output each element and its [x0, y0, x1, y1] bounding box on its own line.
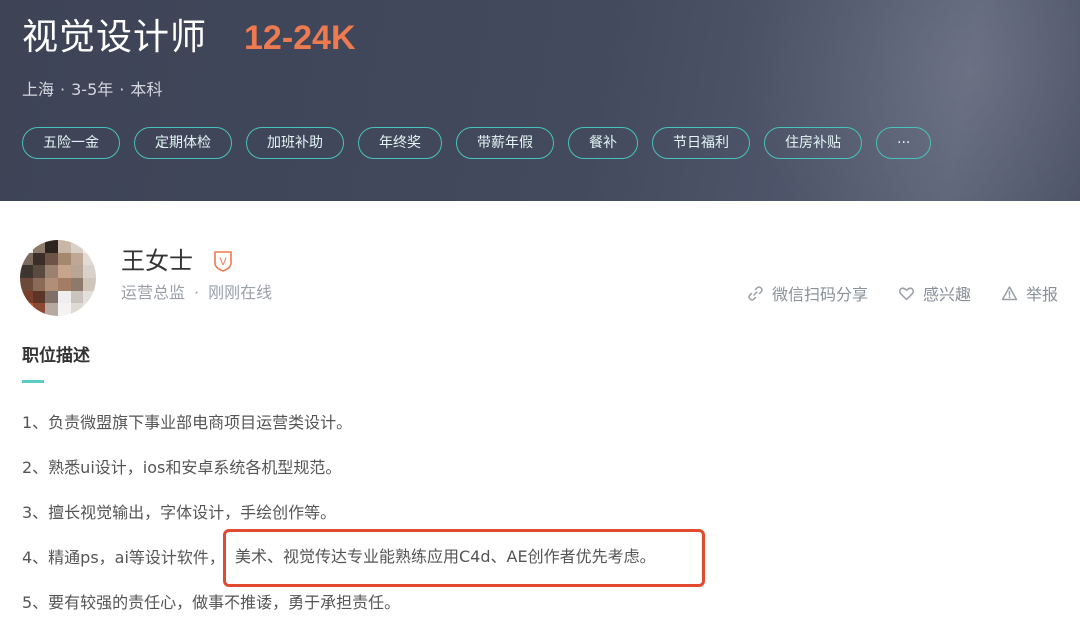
description-line: 1、负责微盟旗下事业部电商项目运营类设计。: [22, 413, 353, 432]
recruiter-subtitle: 运营总监 · 刚刚在线: [121, 282, 272, 304]
avatar[interactable]: [20, 240, 96, 316]
subtitle-separator: ·: [194, 283, 200, 302]
interest-label: 感兴趣: [922, 285, 971, 304]
heart-icon: [898, 286, 914, 300]
share-label: 微信扫码分享: [771, 285, 868, 304]
benefit-tag: 餐补: [568, 127, 638, 159]
shield-v-icon: V: [214, 251, 232, 272]
section-title: 职位描述: [22, 346, 90, 366]
more-benefits-button[interactable]: ···: [876, 127, 932, 159]
recruiter-status: 刚刚在线: [208, 283, 273, 302]
benefit-tag: 定期体检: [134, 127, 232, 159]
job-location: 上海: [22, 80, 55, 99]
benefit-tag: 年终奖: [358, 127, 442, 159]
benefit-tag: 节日福利: [652, 127, 750, 159]
salary: 12-24K: [244, 19, 356, 57]
description-line: 5、要有较强的责任心，做事不推诿，勇于承担责任。: [22, 593, 401, 612]
benefit-tag: 带薪年假: [456, 127, 554, 159]
action-bar: 微信扫码分享 感兴趣 举报: [747, 282, 1058, 304]
share-button[interactable]: 微信扫码分享: [747, 282, 868, 304]
description-line: 2、熟悉ui设计，ios和安卓系统各机型规范。: [22, 458, 342, 477]
section-underline: [22, 380, 44, 383]
interest-button[interactable]: 感兴趣: [898, 282, 971, 304]
job-title: 视觉设计师: [22, 17, 208, 58]
recruiter-position: 运营总监: [121, 283, 186, 302]
job-meta: 上海 · 3-5年 · 本科: [22, 78, 162, 102]
report-button[interactable]: 举报: [1001, 282, 1058, 304]
benefit-tag: 五险一金: [22, 127, 120, 159]
highlighted-requirement: 美术、视觉传达专业能熟练应用C4d、AE创作者优先考虑。: [235, 547, 656, 566]
header-sheen: [720, 0, 1080, 201]
job-experience: 3-5年: [71, 80, 114, 99]
recruiter-name: 王女士: [121, 247, 193, 275]
job-education: 本科: [130, 80, 163, 99]
benefit-tag: 住房补贴: [764, 127, 862, 159]
job-header: 视觉设计师 12-24K 上海 · 3-5年 · 本科 五险一金 定期体检 加班补助 年…: [0, 0, 1080, 201]
link-icon: [748, 285, 763, 301]
report-label: 举报: [1025, 285, 1058, 304]
meta-separator: ·: [60, 80, 66, 99]
warning-icon: [1001, 285, 1018, 300]
job-description: 1、负责微盟旗下事业部电商项目运营类设计。 2、熟悉ui设计，ios和安卓系统各…: [22, 411, 1062, 636]
benefit-tags: 五险一金 定期体检 加班补助 年终奖 带薪年假 餐补 节日福利 住房补贴 ···: [22, 127, 932, 159]
benefit-tag: 加班补助: [246, 127, 344, 159]
description-line: 3、擅长视觉输出，字体设计，手绘创作等。: [22, 503, 337, 522]
meta-separator: ·: [119, 80, 125, 99]
verified-badge-text: V: [219, 256, 227, 268]
